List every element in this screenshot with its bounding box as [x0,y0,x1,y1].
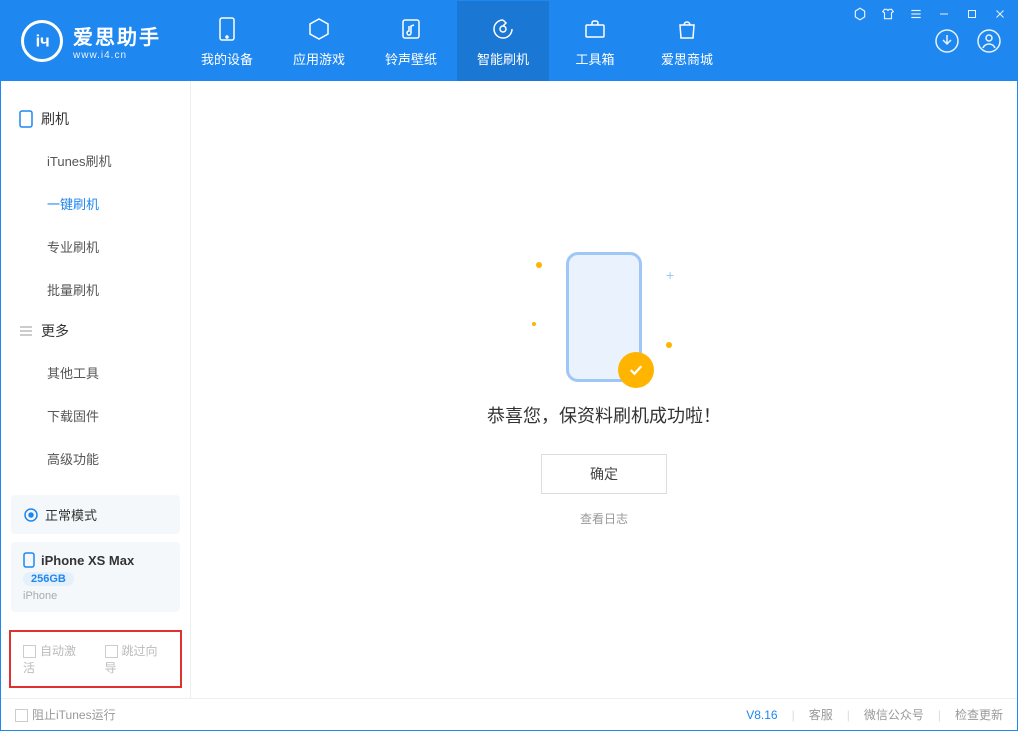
support-link[interactable]: 客服 [809,706,833,723]
tab-smart-flash[interactable]: 智能刷机 [457,1,549,81]
tab-ringtones[interactable]: 铃声壁纸 [365,1,457,81]
tab-label: 应用游戏 [293,49,345,68]
device-icon [23,552,35,568]
nav-tabs: 我的设备 应用游戏 铃声壁纸 智能刷机 工具箱 爱思商城 [181,1,933,81]
checkbox-auto-activate[interactable]: 自动激活 [23,642,87,676]
close-icon[interactable] [992,6,1008,22]
skin-icon[interactable] [880,6,896,22]
device-name: iPhone XS Max [41,553,134,568]
flash-options-highlighted: 自动激活 跳过向导 [9,630,182,688]
success-illustration: + [566,252,642,382]
tab-store[interactable]: 爱思商城 [641,1,733,81]
group-title-label: 更多 [41,321,69,341]
tab-toolbox[interactable]: 工具箱 [549,1,641,81]
list-icon [19,324,33,338]
tab-label: 智能刷机 [477,49,529,68]
statusbar: 阻止iTunes运行 V8.16 | 客服 | 微信公众号 | 检查更新 [1,698,1017,730]
maximize-icon[interactable] [964,6,980,22]
checkmark-icon [618,352,654,388]
sidebar-item-itunes-flash[interactable]: iTunes刷机 [1,139,190,182]
tab-my-device[interactable]: 我的设备 [181,1,273,81]
sidebar-item-batch-flash[interactable]: 批量刷机 [1,268,190,311]
user-icon[interactable] [975,27,1003,55]
mode-label: 正常模式 [45,505,97,524]
ok-button[interactable]: 确定 [541,454,667,494]
version-label: V8.16 [746,708,777,722]
sidebar-item-onekey-flash[interactable]: 一键刷机 [1,182,190,225]
logo[interactable]: iч 爱思助手 www.i4.cn [1,1,181,81]
tab-apps-games[interactable]: 应用游戏 [273,1,365,81]
download-icon[interactable] [933,27,961,55]
refresh-icon [23,507,39,523]
svg-text:iч: iч [36,33,50,51]
tab-label: 我的设备 [201,49,253,68]
sidebar-item-pro-flash[interactable]: 专业刷机 [1,225,190,268]
sidebar-group-more: 更多 [1,311,190,351]
checkbox-skip-guide[interactable]: 跳过向导 [105,642,169,676]
sidebar-item-download-firmware[interactable]: 下载固件 [1,394,190,437]
mode-card[interactable]: 正常模式 [11,495,180,534]
wechat-link[interactable]: 微信公众号 [864,706,924,723]
main-content: + 恭喜您，保资料刷机成功啦！ 确定 查看日志 [191,81,1017,698]
tab-label: 工具箱 [575,49,614,68]
success-message: 恭喜您，保资料刷机成功啦！ [487,402,721,428]
checkbox-label: 阻止iTunes运行 [32,708,116,722]
device-type: iPhone [23,590,168,602]
sidebar-item-other-tools[interactable]: 其他工具 [1,351,190,394]
app-name: 爱思助手 [73,21,161,50]
tab-label: 铃声壁纸 [385,49,437,68]
tab-label: 爱思商城 [661,49,713,68]
minimize-icon[interactable] [936,6,952,22]
update-link[interactable]: 检查更新 [955,706,1003,723]
settings-icon[interactable] [852,6,868,22]
view-log-link[interactable]: 查看日志 [580,510,628,527]
sidebar: 刷机 iTunes刷机 一键刷机 专业刷机 批量刷机 更多 其他工具 下载固件 … [1,81,191,698]
sidebar-item-advanced[interactable]: 高级功能 [1,437,190,480]
phone-icon [19,110,33,128]
menu-icon[interactable] [908,6,924,22]
app-website: www.i4.cn [73,50,161,61]
device-capacity: 256GB [23,572,74,586]
checkbox-block-itunes[interactable]: 阻止iTunes运行 [15,706,116,723]
group-title-label: 刷机 [41,109,69,129]
sidebar-group-flash: 刷机 [1,99,190,139]
device-card[interactable]: iPhone XS Max 256GB iPhone [11,542,180,612]
